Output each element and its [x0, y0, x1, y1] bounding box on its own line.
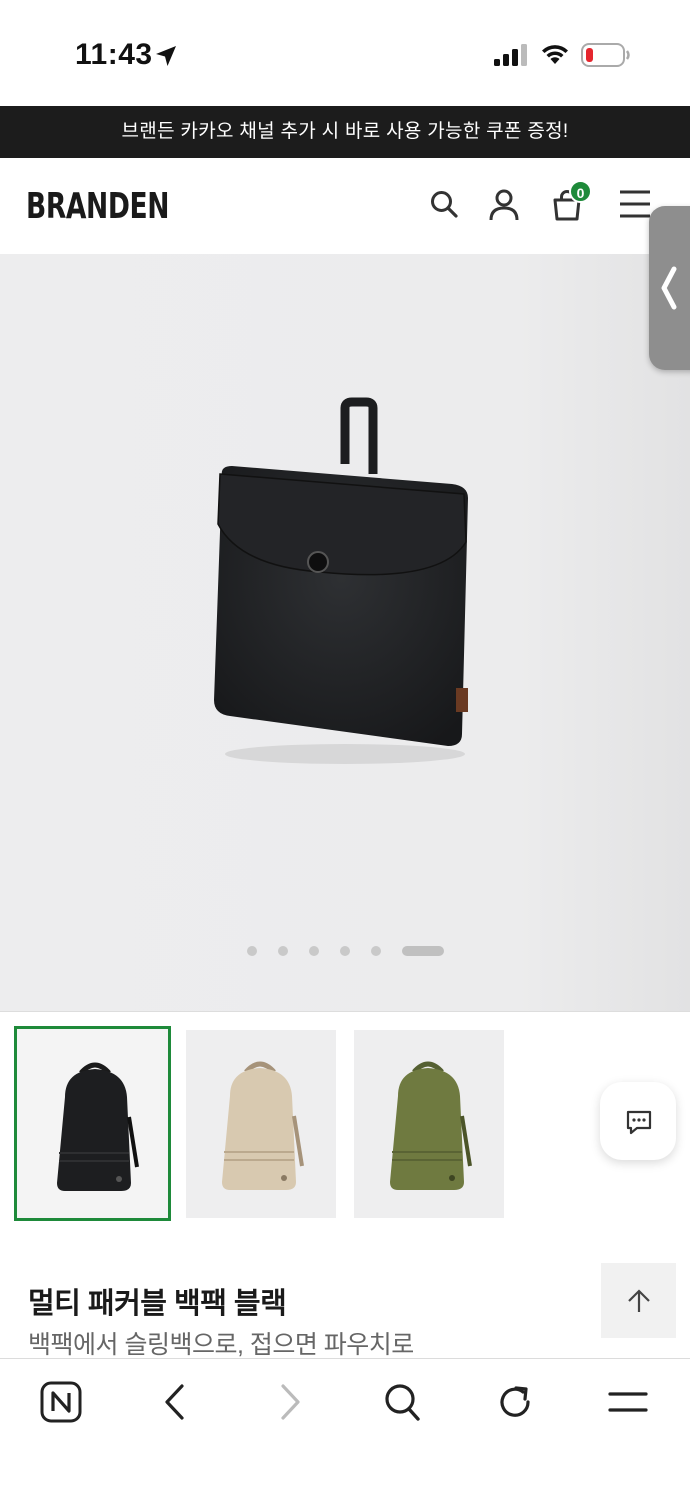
thumbnail-beige[interactable] [186, 1030, 336, 1218]
reload-icon[interactable] [495, 1381, 535, 1423]
product-title: 멀티 패커블 백팩 블랙 [28, 1288, 287, 1320]
wifi-icon [542, 45, 568, 64]
side-panel-handle[interactable] [649, 206, 690, 370]
cart-count-badge: 0 [569, 180, 592, 203]
chat-button[interactable] [600, 1082, 676, 1160]
status-time: 11:43 [75, 38, 153, 71]
backpack-olive-image [390, 1061, 472, 1190]
status-bar: 11:43 [0, 0, 690, 106]
product-subtitle: 백팩에서 슬링백으로, 접으면 파우치로 [28, 1331, 414, 1359]
menu-icon[interactable] [618, 188, 652, 220]
slide-dot-active[interactable] [402, 946, 444, 956]
back-icon[interactable] [160, 1381, 190, 1423]
battery-icon [581, 43, 630, 67]
naver-icon[interactable] [40, 1381, 82, 1423]
promo-banner[interactable]: 브랜든 카카오 채널 추가 시 바로 사용 가능한 쿠폰 증정! [0, 106, 690, 158]
arrow-up-icon [628, 1289, 650, 1312]
backpack-black-image [57, 1062, 139, 1191]
chat-icon [626, 1110, 652, 1135]
site-header: BRANDEN [0, 158, 690, 254]
thumbnail-olive[interactable] [354, 1030, 504, 1218]
location-arrow-icon [156, 46, 176, 66]
user-icon[interactable] [488, 188, 520, 222]
slide-dot[interactable] [340, 946, 350, 956]
menu-icon[interactable] [607, 1381, 649, 1423]
signal-icon [494, 44, 527, 66]
chevron-left-icon [661, 266, 677, 310]
browser-toolbar [0, 1358, 690, 1500]
product-page: 11:43 브랜든 카카오 채널 추가 시 바로 사용 가능한 쿠폰 증정! B… [0, 0, 690, 1500]
backpack-beige-image [222, 1061, 304, 1190]
scroll-top-button[interactable] [601, 1263, 676, 1338]
thumbnail-black[interactable] [14, 1026, 171, 1221]
slide-dot[interactable] [309, 946, 319, 956]
slide-indicator [0, 946, 690, 956]
slide-dot[interactable] [371, 946, 381, 956]
brand-logo[interactable]: BRANDEN [26, 186, 169, 227]
search-icon[interactable] [382, 1381, 422, 1423]
slide-dot[interactable] [278, 946, 288, 956]
product-main-image[interactable] [0, 254, 690, 1012]
slide-dot[interactable] [247, 946, 257, 956]
packable-pouch-image [214, 397, 468, 764]
forward-icon[interactable] [275, 1381, 305, 1423]
search-icon[interactable] [428, 188, 460, 220]
